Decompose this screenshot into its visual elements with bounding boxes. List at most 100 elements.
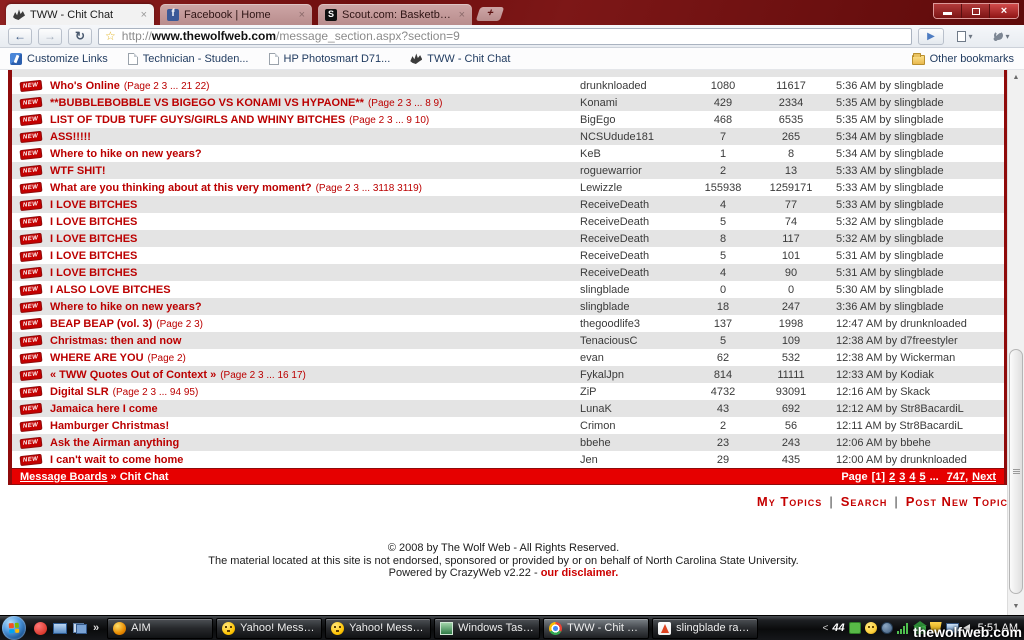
action-link-search[interactable]: Search — [841, 494, 888, 509]
table-row[interactable]: NEW **BUBBLEBOBBLE VS BIGEGO VS KONAMI V… — [12, 94, 1004, 111]
table-row[interactable]: NEW I can't wait to come home Jen 29 435… — [12, 451, 1004, 468]
thread-title-link[interactable]: I LOVE BITCHES — [50, 267, 137, 279]
table-row[interactable]: NEW Where to hike on new years? slingbla… — [12, 298, 1004, 315]
tray-expand-chevron[interactable]: < — [823, 623, 829, 634]
tray-green-app-icon[interactable] — [849, 622, 861, 634]
show-desktop-icon[interactable] — [53, 623, 67, 634]
bookmark-item[interactable]: Customize Links — [10, 53, 108, 65]
table-row[interactable]: NEW Christmas: then and now TenaciousC 5… — [12, 332, 1004, 349]
pagination-last-page-link[interactable]: 747 — [947, 471, 965, 483]
back-button[interactable]: ← — [8, 28, 32, 45]
table-row[interactable]: NEW I LOVE BITCHES ReceiveDeath 4 77 5:3… — [12, 196, 1004, 213]
table-row[interactable]: NEW ASS!!!!! NCSUdude181 7 265 5:34 AM b… — [12, 128, 1004, 145]
thread-title-link[interactable]: WHERE ARE YOU — [50, 352, 144, 364]
table-row[interactable]: NEW I LOVE BITCHES ReceiveDeath 8 117 5:… — [12, 230, 1004, 247]
action-link-post-new-topic[interactable]: Post New Topic — [906, 494, 1008, 509]
browser-scrollbar[interactable]: ▲ ▼ — [1007, 70, 1024, 615]
table-row[interactable]: NEW LIST OF TDUB TUFF GUYS/GIRLS AND WHI… — [12, 111, 1004, 128]
table-row[interactable]: NEW I LOVE BITCHES ReceiveDeath 5 74 5:3… — [12, 213, 1004, 230]
table-row[interactable]: NEW WHERE ARE YOU(Page 2) evan 62 532 12… — [12, 349, 1004, 366]
thread-title-link[interactable]: I LOVE BITCHES — [50, 216, 137, 228]
bookmark-star-icon[interactable]: ☆ — [105, 30, 116, 42]
thread-title-link[interactable]: I can't wait to come home — [50, 454, 183, 466]
tools-menu-button[interactable]: ▾ — [986, 28, 1016, 45]
quick-launch-overflow-chevron[interactable]: » — [93, 622, 99, 634]
thread-title-link[interactable]: Christmas: then and now — [50, 335, 181, 347]
new-tab-button[interactable]: + — [476, 7, 505, 21]
thread-title-link[interactable]: I LOVE BITCHES — [50, 250, 137, 262]
thread-title-link[interactable]: **BUBBLEBOBBLE VS BIGEGO VS KONAMI VS HY… — [50, 97, 364, 109]
window-switcher-icon[interactable] — [73, 623, 87, 634]
thread-title-link[interactable]: Ask the Airman anything — [50, 437, 179, 449]
thread-title-link[interactable]: I ALSO LOVE BITCHES — [50, 284, 171, 296]
scroll-down-arrow[interactable]: ▼ — [1008, 599, 1024, 615]
tray-signal-bars-icon[interactable] — [897, 623, 910, 634]
table-row[interactable]: NEW What are you thinking about at this … — [12, 179, 1004, 196]
our-disclaimer-link[interactable]: our disclaimer. — [541, 567, 619, 579]
scrollbar-thumb[interactable] — [1009, 349, 1023, 594]
thread-pages-links[interactable]: (Page 2) — [148, 353, 186, 364]
breadcrumb-boards-link[interactable]: Message Boards — [20, 471, 107, 483]
thread-title-link[interactable]: Where to hike on new years? — [50, 301, 202, 313]
taskbar-button[interactable]: TWW - Chit Cha... — [543, 618, 649, 639]
pagination-page-link[interactable]: 5 — [919, 471, 925, 483]
thread-title-link[interactable]: « TWW Quotes Out of Context » — [50, 369, 216, 381]
thread-title-link[interactable]: Jamaica here I come — [50, 403, 158, 415]
browser-tab[interactable]: TWW - Chit Chat × — [6, 4, 154, 25]
table-row[interactable]: NEW Where to hike on new years? KeB 1 8 … — [12, 145, 1004, 162]
thread-title-link[interactable]: Where to hike on new years? — [50, 148, 202, 160]
thread-title-link[interactable]: WTF SHIT! — [50, 165, 106, 177]
thread-pages-links[interactable]: (Page 2 3 ... 16 17) — [220, 370, 306, 381]
thread-pages-links[interactable]: (Page 2 3 ... 94 95) — [113, 387, 199, 398]
thread-title-link[interactable]: I LOVE BITCHES — [50, 199, 137, 211]
browser-tab[interactable]: Facebook | Home × — [160, 4, 312, 25]
thread-pages-links[interactable]: (Page 2 3 ... 8 9) — [368, 98, 443, 109]
table-row[interactable]: NEW I LOVE BITCHES ReceiveDeath 4 90 5:3… — [12, 264, 1004, 281]
tray-messenger-smiley-icon[interactable] — [865, 622, 877, 634]
close-button[interactable]: × — [990, 4, 1018, 18]
thread-pages-links[interactable]: (Page 2 3 ... 3118 3119) — [316, 183, 422, 194]
thread-title-link[interactable]: Digital SLR — [50, 386, 109, 398]
table-row[interactable]: NEW I LOVE BITCHES ReceiveDeath 5 101 5:… — [12, 247, 1004, 264]
taskbar-button[interactable]: Yahoo! Messeng... — [216, 618, 322, 639]
reload-button[interactable]: ↻ — [68, 28, 92, 45]
thread-pages-links[interactable]: (Page 2 3) — [156, 319, 203, 330]
taskbar-button[interactable]: AIM — [107, 618, 213, 639]
table-row[interactable]: NEW WTF SHIT! roguewarrior 2 13 5:33 AM … — [12, 162, 1004, 179]
taskbar-button[interactable]: slingblade ran s... — [652, 618, 758, 639]
table-row[interactable]: NEW Jamaica here I come LunaK 43 692 12:… — [12, 400, 1004, 417]
table-row[interactable]: NEW Hamburger Christmas! Crimon 2 56 12:… — [12, 417, 1004, 434]
taskbar-button[interactable]: Windows Task ... — [434, 618, 540, 639]
tab-close-icon[interactable]: × — [459, 10, 465, 20]
bookmark-item[interactable]: HP Photosmart D71... — [269, 53, 391, 65]
pagination-page-link[interactable]: 4 — [909, 471, 915, 483]
thread-title-link[interactable]: ASS!!!!! — [50, 131, 91, 143]
pagination-page-link[interactable]: 3 — [899, 471, 905, 483]
thread-title-link[interactable]: Who's Online — [50, 80, 120, 92]
table-row[interactable]: NEW Ask the Airman anything bbehe 23 243… — [12, 434, 1004, 451]
table-row[interactable]: NEW Digital SLR(Page 2 3 ... 94 95) ZiP … — [12, 383, 1004, 400]
bookmark-item[interactable]: Technician - Studen... — [128, 53, 249, 65]
tab-close-icon[interactable]: × — [299, 10, 305, 20]
thread-title-link[interactable]: I LOVE BITCHES — [50, 233, 137, 245]
table-row[interactable]: NEW Who's Online(Page 2 3 ... 21 22) dru… — [12, 77, 1004, 94]
table-row[interactable]: NEW BEAP BEAP (vol. 3)(Page 2 3) thegood… — [12, 315, 1004, 332]
bookmark-item[interactable]: TWW - Chit Chat — [410, 53, 510, 65]
thread-title-link[interactable]: What are you thinking about at this very… — [50, 182, 312, 194]
minimize-button[interactable] — [934, 4, 962, 18]
thread-title-link[interactable]: Hamburger Christmas! — [50, 420, 169, 432]
pagination-next-link[interactable]: Next — [972, 471, 996, 483]
thread-title-link[interactable]: BEAP BEAP (vol. 3) — [50, 318, 152, 330]
thread-pages-links[interactable]: (Page 2 3 ... 21 22) — [124, 81, 210, 92]
thread-pages-links[interactable]: (Page 2 3 ... 9 10) — [349, 115, 429, 126]
browser-tab[interactable]: Scout.com: Basketball Re... × — [318, 4, 472, 25]
table-row[interactable]: NEW « TWW Quotes Out of Context »(Page 2… — [12, 366, 1004, 383]
restore-button[interactable] — [962, 4, 990, 18]
other-bookmarks-button[interactable]: Other bookmarks — [912, 53, 1014, 65]
table-row[interactable]: NEW I ALSO LOVE BITCHES slingblade 0 0 5… — [12, 281, 1004, 298]
taskbar-button[interactable]: Yahoo! Messeng... — [325, 618, 431, 639]
page-menu-button[interactable]: ▾ — [950, 28, 980, 45]
forward-button[interactable]: → — [38, 28, 62, 45]
scroll-up-arrow[interactable]: ▲ — [1008, 70, 1024, 86]
pagination-page-link[interactable]: 2 — [889, 471, 895, 483]
